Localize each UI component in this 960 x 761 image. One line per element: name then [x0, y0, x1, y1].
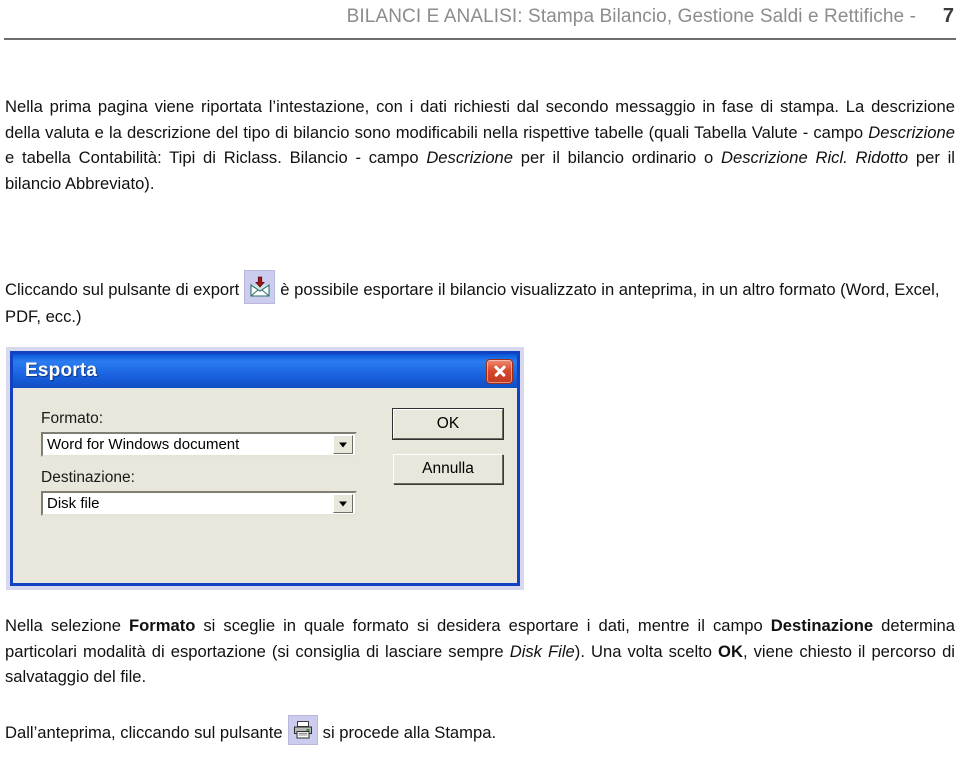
intro-emphasis-2: Descrizione [426, 148, 514, 167]
header-title: BILANCI E ANALISI: Stampa Bilancio, Gest… [346, 6, 916, 27]
export-envelope-icon[interactable] [244, 270, 276, 304]
intro-text-3: per il bilancio ordinario o [513, 148, 722, 167]
paragraph-print: Dall’anteprima, cliccando sul pulsante si… [5, 715, 955, 746]
dialog-title: Esporta [25, 360, 98, 381]
intro-text-2: e tabella Contabilità: Tipi di Riclass. … [5, 148, 427, 167]
format-text-1: Nella selezione [5, 616, 129, 635]
destination-selected-value: Disk file [47, 495, 100, 512]
dialog-frame: Esporta Formato: Word for Windows docume… [10, 351, 520, 586]
intro-text-1: Nella prima pagina viene riportata l’int… [5, 97, 955, 142]
page-number: 7 [942, 5, 954, 27]
format-strong-1: Formato [128, 616, 196, 635]
ok-button[interactable]: OK [392, 408, 504, 440]
format-text-2: si sceglie in quale formato si desidera … [195, 616, 771, 635]
intro-emphasis-3: Descrizione Ricl. Ridotto [721, 148, 909, 167]
destination-label: Destinazione: [41, 469, 135, 486]
export-text-1: Cliccando sul pulsante di export [5, 280, 240, 299]
chevron-down-icon[interactable] [333, 494, 353, 513]
close-icon[interactable] [486, 358, 513, 384]
intro-emphasis-1: Descrizione [868, 122, 955, 142]
printer-icon[interactable] [287, 715, 318, 745]
print-text-2: si procede alla Stampa. [322, 723, 497, 742]
dialog-titlebar[interactable]: Esporta [13, 354, 517, 388]
paragraph-export: Cliccando sul pulsante di export è possib… [5, 270, 955, 330]
chevron-down-icon[interactable] [333, 435, 353, 454]
format-selected-value: Word for Windows document [47, 436, 240, 453]
format-strong-3: OK [718, 641, 743, 661]
dialog-body: Formato: Word for Windows document Desti… [13, 388, 517, 583]
format-strong-2: Destinazione [770, 616, 874, 635]
page-header: BILANCI E ANALISI: Stampa Bilancio, Gest… [0, 0, 960, 46]
cancel-button[interactable]: Annulla [393, 454, 503, 484]
esporta-dialog: Esporta Formato: Word for Windows docume… [6, 347, 524, 590]
format-text-4: ). Una volta scelto [574, 641, 719, 661]
format-emphasis-1: Disk File [509, 641, 575, 661]
paragraph-format: Nella selezione Formato si sceglie in qu… [5, 613, 955, 690]
header-divider [4, 38, 956, 40]
format-select[interactable]: Word for Windows document [41, 432, 357, 457]
print-text-1: Dall’anteprima, cliccando sul pulsante [5, 723, 283, 742]
paragraph-intro: Nella prima pagina viene riportata l’int… [5, 94, 955, 196]
destination-select[interactable]: Disk file [41, 491, 357, 516]
format-label: Formato: [41, 410, 104, 427]
